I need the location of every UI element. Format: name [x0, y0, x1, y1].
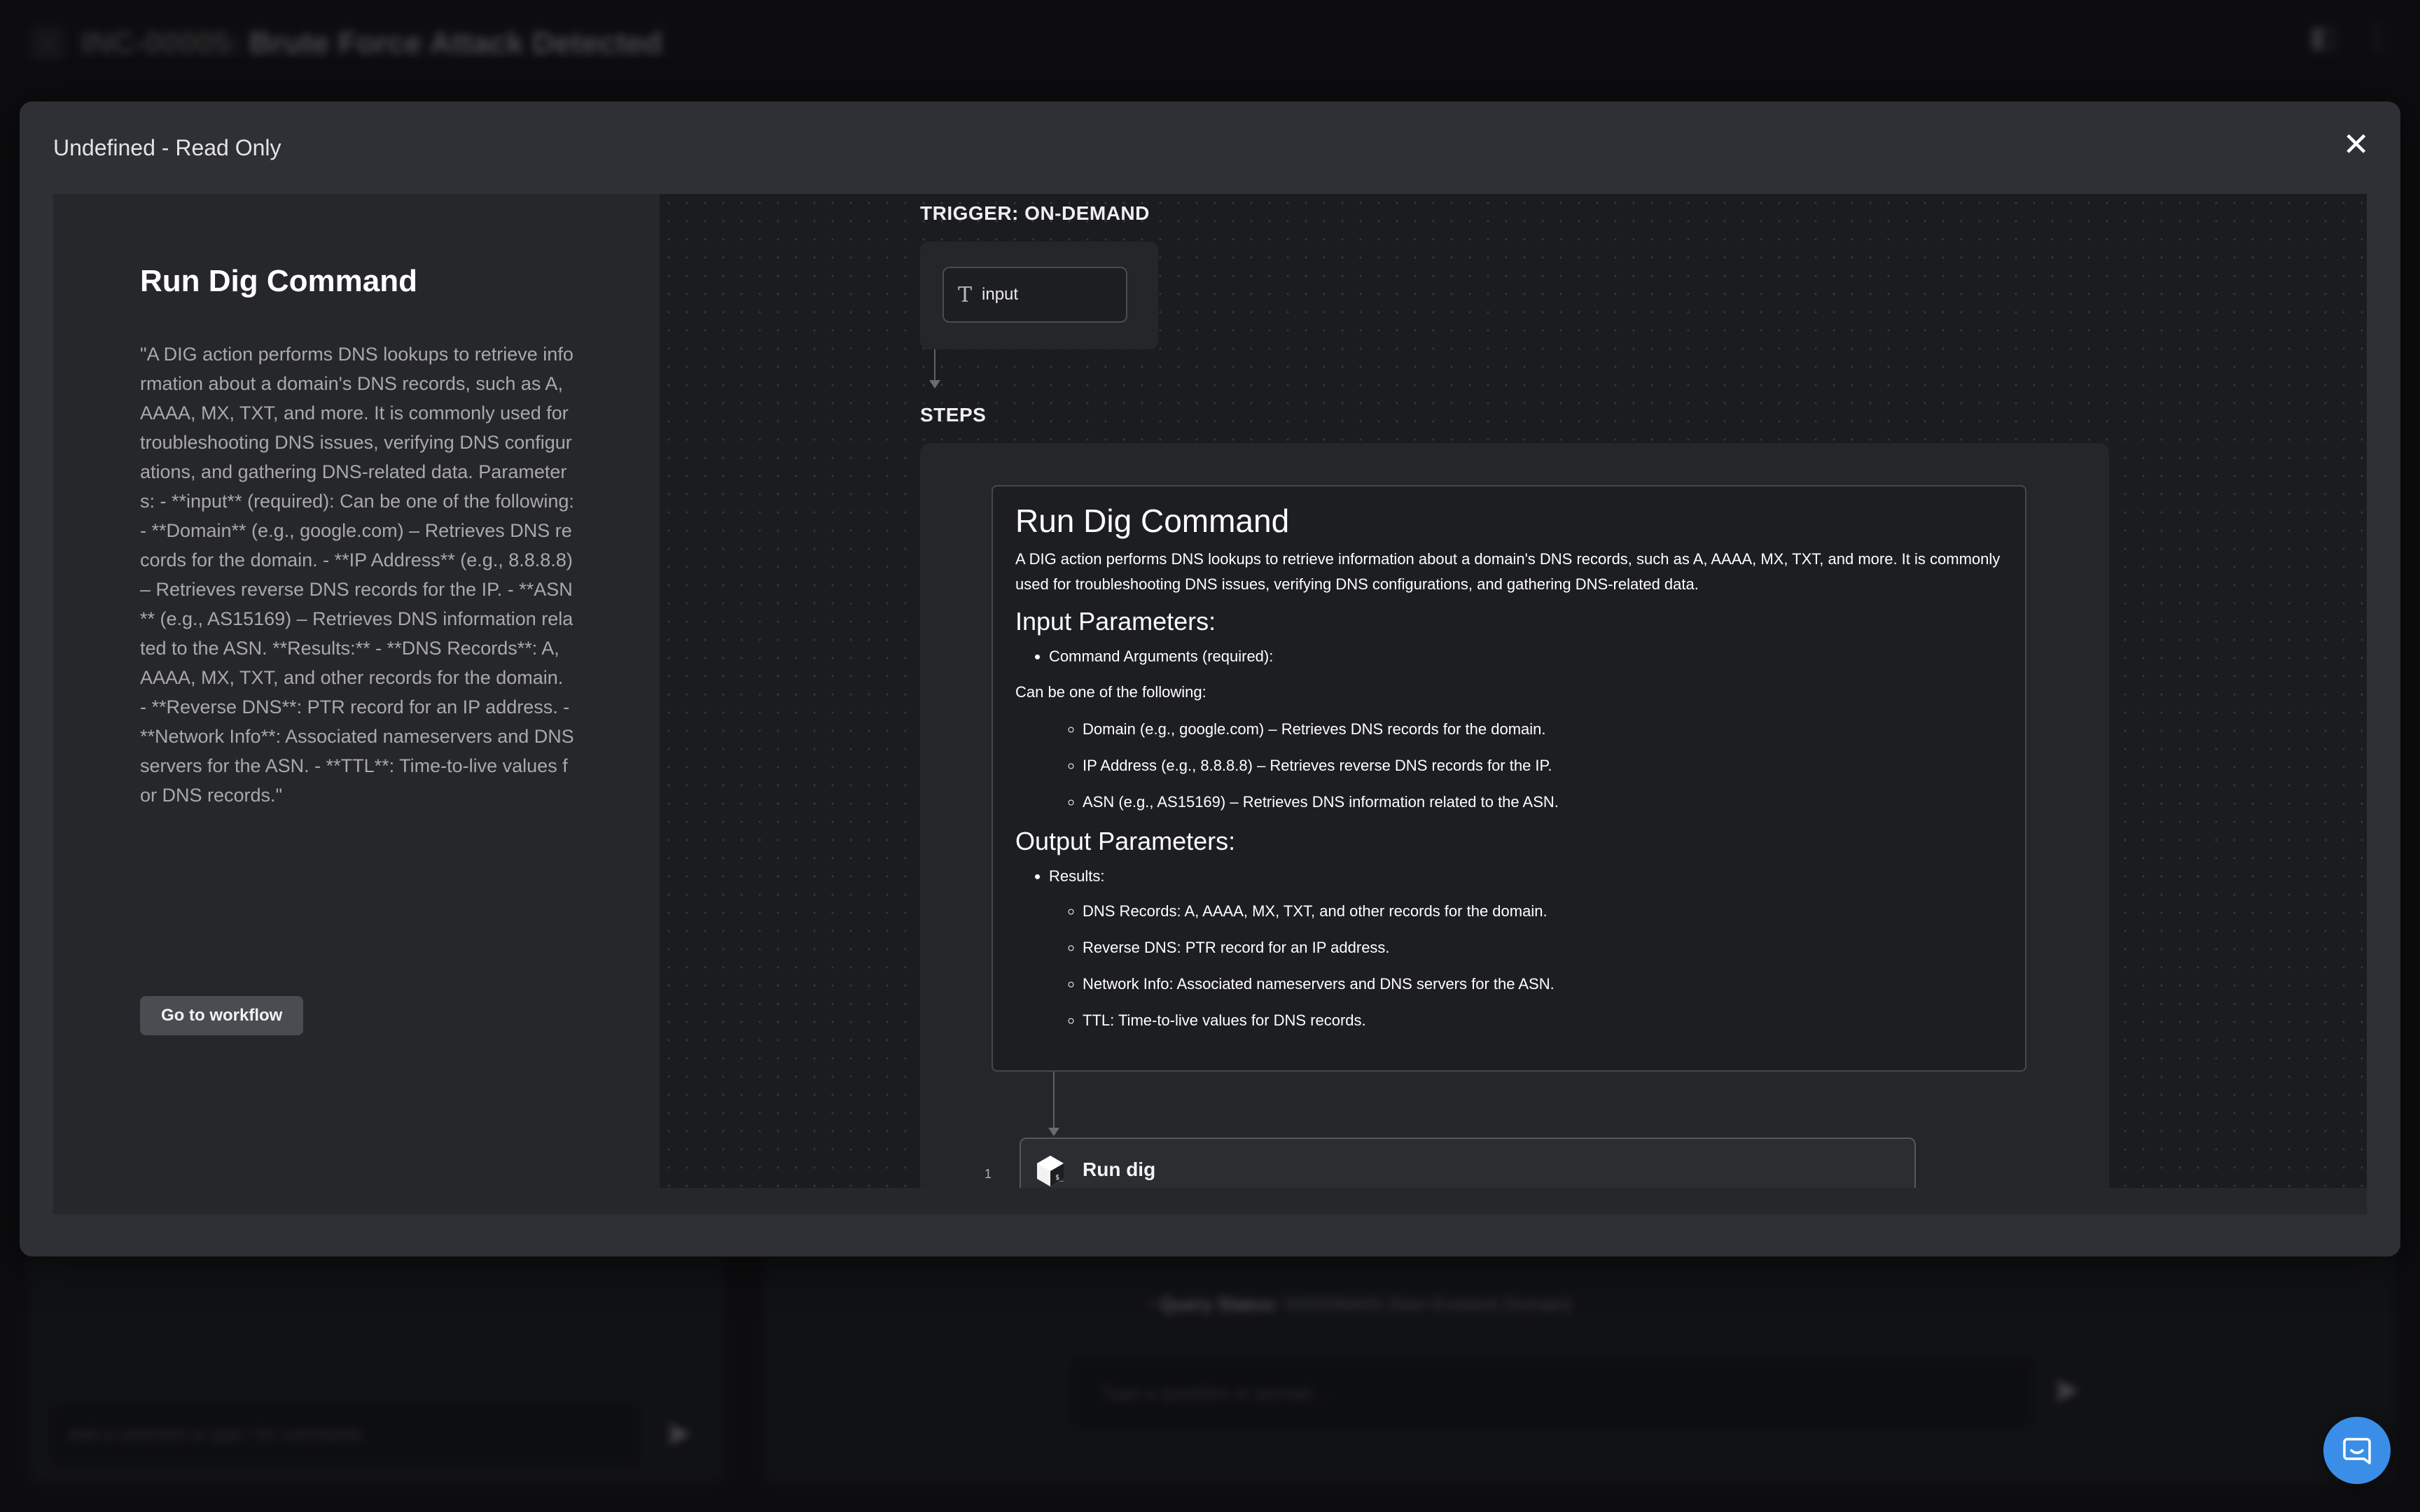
list-item: Domain (e.g., google.com) – Retrieves DN… — [1083, 718, 2003, 741]
step-label: Run dig — [1083, 1158, 1156, 1180]
list-item: DNS Records: A, AAAA, MX, TXT, and other… — [1083, 899, 2003, 923]
steps-label: STEPS — [920, 404, 987, 426]
svg-text:$_: $_ — [1055, 1174, 1064, 1182]
input-node-label: input — [982, 285, 1019, 304]
input-options-list: Domain (e.g., google.com) – Retrieves DN… — [1015, 718, 2003, 814]
output-items-list: DNS Records: A, AAAA, MX, TXT, and other… — [1015, 899, 2003, 1032]
workflow-description: "A DIG action performs DNS lookups to re… — [140, 344, 574, 806]
text-type-icon: T — [958, 282, 973, 307]
can-be-text: Can be one of the following: — [1015, 683, 1206, 701]
go-to-workflow-button[interactable]: Go to workflow — [140, 996, 304, 1035]
hexagon-shell-icon: $_ — [1037, 1156, 1064, 1186]
modal-body: Run Dig Command "A DIG action performs D… — [53, 194, 2367, 1214]
list-item: IP Address (e.g., 8.8.8.8) – Retrieves r… — [1083, 754, 2003, 778]
chat-launcher-button[interactable] — [2323, 1417, 2391, 1484]
list-item: ASN (e.g., AS15169) – Retrieves DNS info… — [1083, 790, 2003, 814]
list-item: Network Info: Associated nameservers and… — [1083, 972, 2003, 996]
list-item: Reverse DNS: PTR record for an IP addres… — [1083, 936, 2003, 960]
input-parameters-list: Command Arguments (required): — [1015, 645, 2003, 668]
doc-title: Run Dig Command — [1015, 503, 1290, 539]
connector-line — [1053, 1072, 1055, 1129]
output-parameters-list: Results: — [1015, 864, 2003, 888]
output-parameters-heading: Output Parameters: — [1015, 827, 1236, 855]
close-icon[interactable]: ✕ — [2342, 128, 2370, 160]
input-node[interactable]: T input — [943, 267, 1127, 323]
input-parameters-heading: Input Parameters: — [1015, 607, 1216, 636]
step-number: 1 — [985, 1167, 992, 1181]
workflow-info-panel: Run Dig Command "A DIG action performs D… — [140, 264, 574, 810]
trigger-label: TRIGGER: ON-DEMAND — [920, 202, 1150, 224]
workflow-title: Run Dig Command — [140, 264, 417, 298]
connector-arrow — [929, 380, 940, 388]
connector-arrow — [1048, 1128, 1059, 1136]
chat-bubble-icon — [2343, 1438, 2371, 1464]
workflow-canvas[interactable]: TRIGGER: ON-DEMAND T input STEPS Run Dig… — [660, 194, 2367, 1188]
list-item: TTL: Time-to-live values for DNS records… — [1083, 1009, 2003, 1032]
step-description-card: Run Dig Command A DIG action performs DN… — [992, 485, 2026, 1072]
run-dig-step-node[interactable]: $_ Run dig — [1020, 1138, 1916, 1188]
list-item: Results: — [1049, 864, 2003, 888]
list-item: Command Arguments (required): — [1049, 645, 2003, 668]
modal-title: Undefined - Read Only — [53, 135, 281, 160]
doc-intro: A DIG action performs DNS lookups to ret… — [1015, 550, 2001, 593]
workflow-modal: Undefined - Read Only ✕ Run Dig Command … — [20, 102, 2400, 1256]
connector-line — [934, 349, 936, 382]
